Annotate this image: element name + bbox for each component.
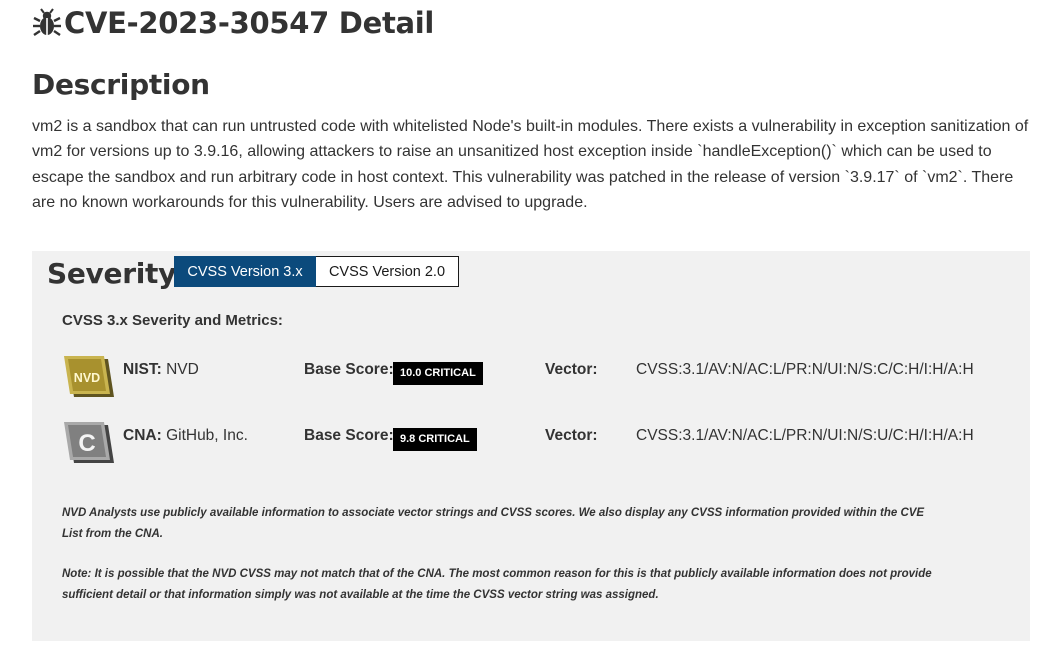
nist-severity-badge[interactable]: 10.0 CRITICAL [393,362,483,385]
tab-cvss-3x[interactable]: CVSS Version 3.x [174,256,316,287]
nvd-badge-text: NVD [74,371,100,385]
cna-severity-badge[interactable]: 9.8 CRITICAL [393,428,477,451]
score-row-cna: C CNA: GitHub, Inc. Base Score: 9.8 CRIT… [62,418,1002,463]
cna-source-value: GitHub, Inc. [166,427,248,444]
cvss-version-tabs: CVSS Version 3.x CVSS Version 2.0 [174,256,459,287]
description-heading: Description [32,68,210,101]
cna-source: CNA: GitHub, Inc. [123,427,248,445]
cve-detail-page: CVE-2023-30547 Detail Description vm2 is… [0,0,1048,664]
nist-source: NIST: NVD [123,361,199,379]
metrics-heading: CVSS 3.x Severity and Metrics: [62,312,283,329]
cna-base-score-label: Base Score: [304,427,394,444]
nist-base-score-label: Base Score: [304,361,394,378]
cna-vector-value[interactable]: CVSS:3.1/AV:N/AC:L/PR:N/UI:N/S:U/C:H/I:H… [636,427,974,445]
cna-badge-text: C [78,430,95,457]
nist-source-label: NIST: [123,361,162,378]
cvss-mismatch-note: Note: It is possible that the NVD CVSS m… [62,568,932,601]
page-title: CVE-2023-30547 Detail [32,6,434,40]
nvd-badge-icon: NVD [64,356,114,397]
nist-vector-label: Vector: [545,361,598,378]
cna-badge-icon: C [64,422,114,463]
tab-cvss-2[interactable]: CVSS Version 2.0 [316,256,459,287]
page-title-text: CVE-2023-30547 Detail [64,6,435,40]
bug-icon [33,8,61,36]
severity-heading: Severity [47,257,177,290]
description-text: vm2 is a sandbox that can run untrusted … [32,118,1029,211]
score-row-nist: NVD NIST: NVD Base Score: 10.0 CRITICAL … [62,352,1002,397]
cna-source-label: CNA: [123,427,162,444]
nist-vector-value[interactable]: CVSS:3.1/AV:N/AC:L/PR:N/UI:N/S:C/C:H/I:H… [636,361,974,379]
severity-panel: Severity CVSS Version 3.x CVSS Version 2… [32,251,1030,641]
nist-source-value: NVD [166,361,199,378]
cna-vector-label: Vector: [545,427,598,444]
nvd-analysts-note: NVD Analysts use publicly available info… [62,507,925,540]
